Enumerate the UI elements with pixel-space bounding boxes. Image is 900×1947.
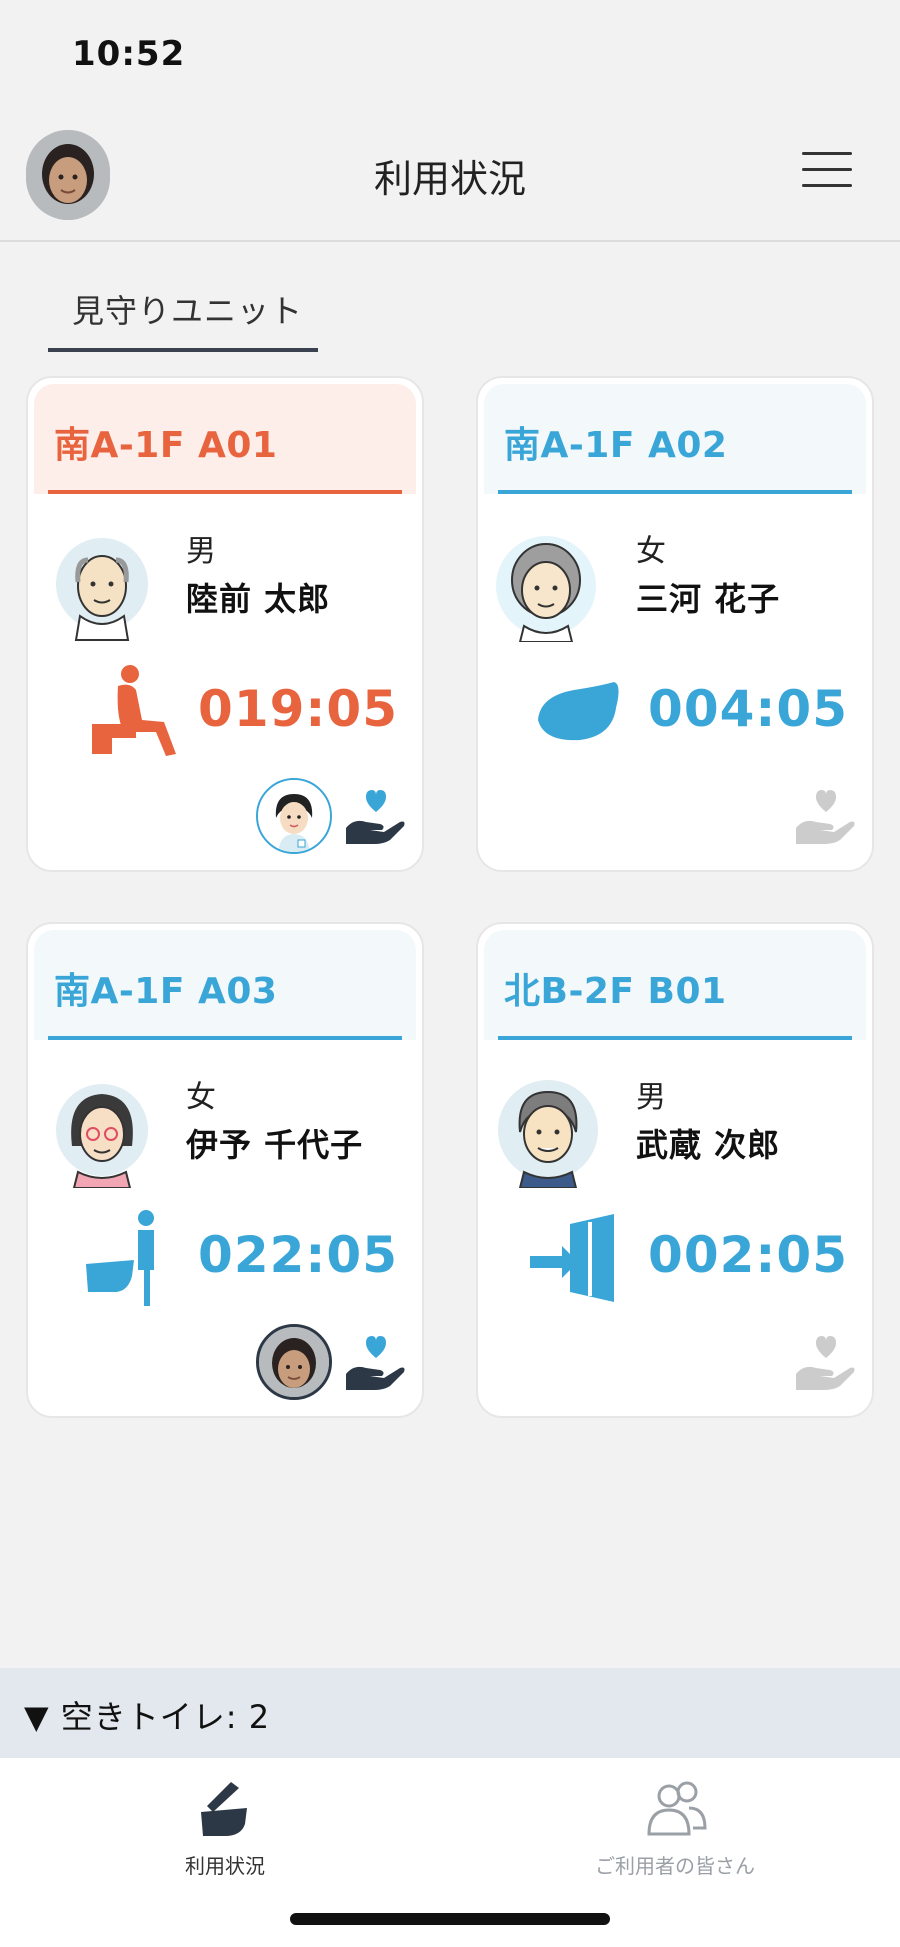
room-card-a02[interactable]: 南A-1F A02 女 三河 花子 004:05 xyxy=(476,376,874,872)
elapsed-timer: 019:05 xyxy=(198,680,398,738)
status-time: 10:52 xyxy=(72,34,186,74)
room-card-b01[interactable]: 北B-2F B01 男 武蔵 次郎 002:05 xyxy=(476,922,874,1418)
stool-icon xyxy=(530,660,640,770)
nav-label: ご利用者の皆さん xyxy=(595,1854,755,1878)
hamburger-menu-icon[interactable] xyxy=(802,150,852,190)
card-divider xyxy=(48,1036,402,1040)
resident-name: 陸前 太郎 xyxy=(186,580,331,618)
care-hand-heart-icon[interactable] xyxy=(344,788,408,848)
resident-name: 武蔵 次郎 xyxy=(636,1126,781,1164)
resident-name: 三河 花子 xyxy=(636,580,781,618)
toilet-standing-icon xyxy=(78,1206,188,1316)
resident-gender: 男 xyxy=(186,534,216,569)
toilet-sitting-icon xyxy=(78,660,188,770)
tab-label: 見守りユニット xyxy=(72,292,304,330)
resident-portrait-icon xyxy=(496,1076,598,1189)
resident-gender: 男 xyxy=(636,1080,666,1115)
toilet-status-icon xyxy=(195,1776,259,1840)
elapsed-timer: 002:05 xyxy=(648,1226,848,1284)
resident-gender: 女 xyxy=(186,1080,216,1115)
vacancy-count: ▼ 空きトイレ: 2 xyxy=(24,1698,271,1736)
vacancy-bar[interactable]: ▼ 空きトイレ: 2 xyxy=(0,1668,900,1758)
page-title: 利用状況 xyxy=(373,157,526,201)
room-card-a01[interactable]: 南A-1F A01 男 陸前 太郎 019:05 xyxy=(26,376,424,872)
card-divider xyxy=(498,490,852,494)
nav-tab-residents[interactable]: ご利用者の皆さん xyxy=(450,1758,900,1878)
care-hand-heart-icon[interactable] xyxy=(794,1334,858,1394)
nav-tab-usage-status[interactable]: 利用状況 xyxy=(0,1758,450,1878)
staff-avatar-icon[interactable] xyxy=(256,1324,332,1400)
room-card-a03[interactable]: 南A-1F A03 女 伊予 千代子 022:05 xyxy=(26,922,424,1418)
resident-portrait-icon xyxy=(54,1076,150,1189)
care-hand-heart-icon[interactable] xyxy=(794,788,858,848)
room-label: 北B-2F B01 xyxy=(504,971,727,1012)
nav-label: 利用状況 xyxy=(185,1854,265,1878)
home-indicator[interactable] xyxy=(290,1913,610,1925)
room-label: 南A-1F A03 xyxy=(54,971,278,1012)
card-divider xyxy=(48,490,402,494)
room-label: 南A-1F A02 xyxy=(504,425,728,466)
care-hand-heart-icon[interactable] xyxy=(344,1334,408,1394)
users-icon xyxy=(645,1776,709,1840)
resident-gender: 女 xyxy=(636,534,666,569)
app-header: 利用状況 xyxy=(0,112,900,242)
staff-avatar-icon[interactable] xyxy=(256,778,332,854)
resident-portrait-icon xyxy=(494,530,596,643)
card-divider xyxy=(498,1036,852,1040)
door-exit-icon xyxy=(528,1206,638,1316)
room-label: 南A-1F A01 xyxy=(54,425,278,466)
tab-monitoring-unit[interactable]: 見守りユニット xyxy=(48,276,318,352)
resident-name: 伊予 千代子 xyxy=(186,1126,364,1164)
elapsed-timer: 004:05 xyxy=(648,680,848,738)
status-bar: 10:52 xyxy=(0,0,900,110)
resident-portrait-icon xyxy=(54,530,150,642)
elapsed-timer: 022:05 xyxy=(198,1226,398,1284)
